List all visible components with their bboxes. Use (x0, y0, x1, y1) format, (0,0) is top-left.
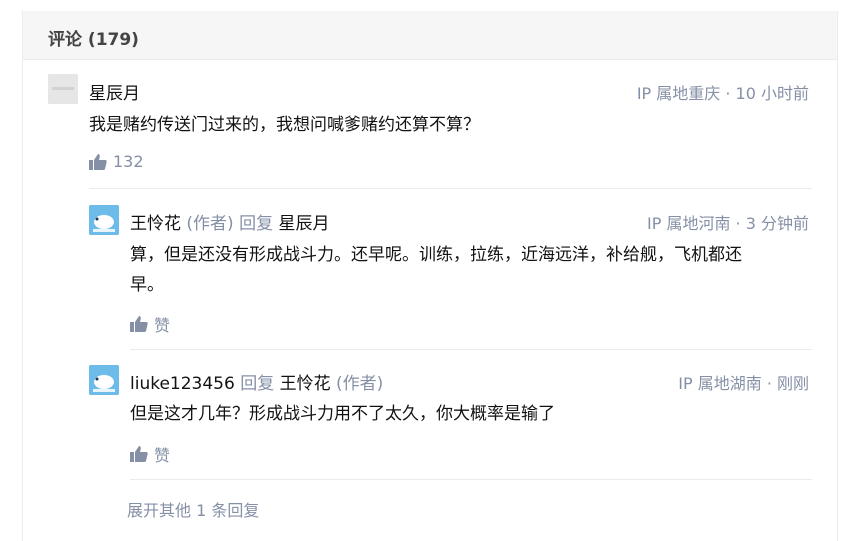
reply-word: 回复 (240, 374, 275, 394)
reply-username[interactable]: liuke123456 (130, 374, 235, 394)
reply-meta: IP 属地湖南 · 刚刚 (678, 374, 809, 393)
reply-header: liuke123456 回复 王怜花 (作者) (130, 369, 383, 394)
reply-word: 回复 (239, 214, 274, 234)
author-badge: (作者) (336, 374, 384, 394)
avatar[interactable] (48, 74, 78, 104)
reply-username[interactable]: 王怜花 (130, 214, 181, 234)
avatar[interactable] (89, 205, 119, 235)
reply-text: 算，但是还没有形成战斗力。还早呢。训练，拉练，近海远洋，补给舰，飞机都还 早。 (130, 240, 820, 300)
comment-text: 我是赌约传送门过来的，我想问喊爹赌约还算不算？ (89, 115, 480, 135)
avatar[interactable] (89, 365, 119, 395)
divider (89, 188, 812, 189)
like-button[interactable]: 132 (89, 152, 144, 171)
thumbs-up-icon (130, 446, 148, 462)
reply-to-username[interactable]: 星辰月 (278, 214, 329, 234)
reply-meta: IP 属地河南 · 3 分钟前 (647, 214, 809, 233)
thumbs-up-icon (130, 316, 148, 332)
expand-replies-link[interactable]: 展开其他 1 条回复 (127, 497, 259, 521)
reply-text-line: 算，但是还没有形成战斗力。还早呢。训练，拉练，近海远洋，补给舰，飞机都还 (130, 245, 742, 265)
comments-header: 评论 (179) (23, 11, 837, 60)
reply-text-line: 早。 (130, 275, 164, 295)
reply-header: 王怜花 (作者) 回复 星辰月 (130, 209, 329, 234)
like-button[interactable]: 赞 (130, 312, 170, 336)
comments-title: 评论 (179) (48, 30, 139, 50)
thumbs-up-icon (89, 153, 107, 170)
like-count: 132 (113, 152, 144, 171)
like-label: 赞 (154, 316, 171, 335)
like-button[interactable]: 赞 (130, 442, 170, 466)
like-label: 赞 (154, 446, 171, 465)
reply-to-username[interactable]: 王怜花 (280, 374, 331, 394)
divider (130, 349, 812, 350)
divider (130, 479, 812, 480)
comment-username[interactable]: 星辰月 (89, 79, 140, 104)
author-badge: (作者) (186, 214, 234, 234)
comments-panel: 评论 (179) 星辰月 IP 属地重庆 · 10 小时前 我是赌约传送门过来的… (22, 11, 838, 541)
comment-meta: IP 属地重庆 · 10 小时前 (636, 84, 809, 103)
reply-text: 但是这才几年？形成战斗力用不了太久，你大概率是输了 (130, 404, 555, 424)
